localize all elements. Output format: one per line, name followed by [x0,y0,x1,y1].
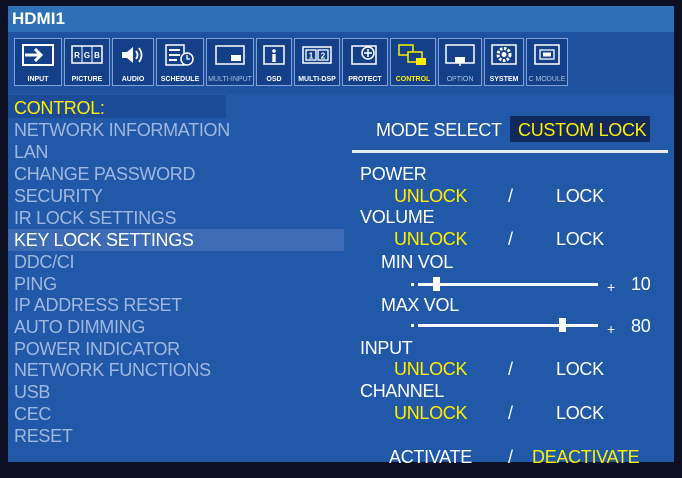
menu-item-key-lock-settings[interactable]: KEY LOCK SETTINGS [14,231,194,249]
channel-separator: / [508,403,513,423]
rgb-letter-r: R [74,51,80,60]
input-source-title: HDMI1 [12,9,65,28]
input-lock-label: INPUT [360,338,413,358]
input-separator: / [508,359,513,379]
max-vol-label: MAX VOL [381,295,459,315]
activate-option[interactable]: ACTIVATE [389,448,472,466]
menu-audio-button[interactable]: AUDIO [112,38,154,86]
volume-label: VOLUME [360,207,435,227]
volume-lock-option[interactable]: LOCK [556,230,604,248]
menu-icon-bar: INPUT R G B PICTURE AUDIO SCHEDULE MULTI… [8,32,674,94]
menu-multi-dsp-label: MULTI-DSP [298,76,336,83]
deactivate-option[interactable]: DEACTIVATE [532,448,640,466]
info-icon [263,45,285,65]
mode-select-value: CUSTOM LOCK [518,120,647,140]
osd-screen: HDMI1 INPUT R G B PICTURE AUDIO SCHEDULE… [0,0,682,478]
menu-item-ir-lock-settings[interactable]: IR LOCK SETTINGS [14,209,177,227]
menu-item-network-functions[interactable]: NETWORK FUNCTIONS [14,361,211,379]
menu-option-button[interactable]: OPTION [438,38,482,86]
min-vol-slider-knob[interactable] [432,277,440,291]
title-bar: HDMI1 [8,6,674,32]
input-icon [22,44,54,66]
menu-picture-button[interactable]: R G B PICTURE [64,38,110,86]
menu-system-label: SYSTEM [489,76,519,83]
channel-lock-option[interactable]: LOCK [556,404,604,422]
power-lock-option[interactable]: LOCK [556,187,604,205]
menu-schedule-label: SCHEDULE [160,76,200,83]
menu-item-cec[interactable]: CEC [14,405,51,423]
menu-item-reset[interactable]: RESET [14,427,73,445]
rgb-letter-g: G [84,51,90,60]
control-menu-panel [8,94,344,462]
system-gear-icon [491,44,517,65]
menu-item-lan[interactable]: LAN [14,143,48,161]
min-vol-value: 10 [631,274,651,294]
menu-control-button[interactable]: CONTROL [390,38,436,86]
multi-display-icon: 1 2 [302,46,332,64]
protect-icon [351,45,377,65]
input-lock-option[interactable]: LOCK [556,360,604,378]
speaker-icon [122,47,143,63]
control-icon [398,44,426,65]
menu-input-label: INPUT [27,76,49,83]
min-vol-plus: + [607,279,615,295]
menu-item-change-password[interactable]: CHANGE PASSWORD [14,165,195,183]
menu-osd-label: OSD [266,76,282,83]
menu-audio-label: AUDIO [121,76,145,83]
volume-separator: / [508,229,513,249]
activate-separator: / [508,447,513,467]
menu-osd-button[interactable]: OSD [256,38,292,86]
volume-unlock-option[interactable]: UNLOCK [394,230,468,248]
power-unlock-option[interactable]: UNLOCK [394,187,468,205]
menu-multi-dsp-button[interactable]: 1 2 MULTI-DSP [294,38,340,86]
menu-system-button[interactable]: SYSTEM [484,38,524,86]
min-vol-slider-dot [411,283,414,286]
option-icon [445,44,475,66]
menu-multi-input-label: MULTI-INPUT [208,76,252,83]
menu-input-button[interactable]: INPUT [14,38,62,86]
menu-protect-button[interactable]: PROTECT [342,38,388,86]
power-separator: / [508,186,513,206]
divider [352,150,668,153]
schedule-icon [165,44,194,66]
menu-item-usb[interactable]: USB [14,383,50,401]
channel-unlock-option[interactable]: UNLOCK [394,404,468,422]
menu-item-security[interactable]: SECURITY [14,187,103,205]
max-vol-slider-track [418,324,598,327]
compute-module-icon [534,44,560,65]
rgb-letter-b: B [94,51,100,60]
menu-c-module-label: C MODULE [528,76,566,83]
menu-protect-label: PROTECT [348,76,382,83]
multi-dsp-digit-1: 1 [309,52,314,61]
menu-control-label: CONTROL [395,76,431,83]
min-vol-label: MIN VOL [381,252,453,272]
min-vol-slider-track [418,283,598,286]
max-vol-value: 80 [631,316,651,336]
menu-item-power-indicator[interactable]: POWER INDICATOR [14,340,180,358]
menu-picture-label: PICTURE [71,76,103,83]
max-vol-plus: + [607,321,615,337]
menu-item-ip-address-reset[interactable]: IP ADDRESS RESET [14,296,182,314]
multi-input-icon [215,45,245,65]
power-label: POWER [360,164,427,184]
menu-c-module-button[interactable]: C MODULE [526,38,568,86]
input-unlock-option[interactable]: UNLOCK [394,360,468,378]
max-vol-slider-knob[interactable] [558,318,566,332]
menu-schedule-button[interactable]: SCHEDULE [156,38,204,86]
menu-header-control: CONTROL: [14,98,105,118]
channel-label: CHANNEL [360,381,444,401]
max-vol-slider-dot [411,324,414,327]
menu-multi-input-button[interactable]: MULTI-INPUT [206,38,254,86]
menu-item-ddc-ci[interactable]: DDC/CI [14,253,75,271]
multi-dsp-digit-2: 2 [321,52,326,61]
menu-item-ping[interactable]: PING [14,275,57,293]
menu-option-label: OPTION [446,76,474,83]
menu-item-network-information[interactable]: NETWORK INFORMATION [14,121,230,139]
picture-rgb-icon: R G B [71,45,103,64]
menu-item-auto-dimming[interactable]: AUTO DIMMING [14,318,145,336]
mode-select-label: MODE SELECT [376,120,502,140]
